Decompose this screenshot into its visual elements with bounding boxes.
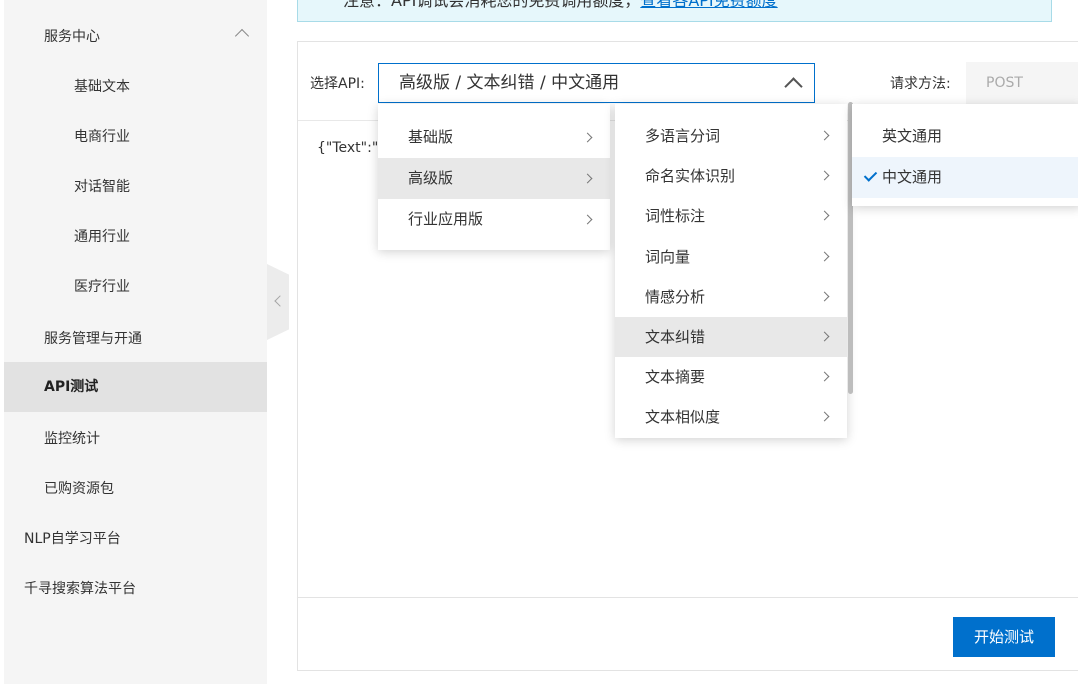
checkmark-icon — [863, 168, 878, 182]
sidebar-collapse-handle[interactable] — [267, 264, 289, 340]
sidebar-item-label: 通用行业 — [74, 229, 130, 245]
option-label: 文本相似度 — [645, 408, 721, 427]
api-select-label: 选择API: — [310, 76, 365, 92]
sidebar-item-service-management[interactable]: 服务管理与开通 — [4, 314, 267, 364]
sidebar-item-label: 监控统计 — [44, 431, 100, 447]
cascader-option[interactable]: 高级版 — [378, 158, 610, 199]
sidebar-item-label: 服务中心 — [44, 29, 100, 45]
option-label: 基础版 — [408, 128, 454, 146]
option-label: 文本摘要 — [645, 368, 706, 387]
chevron-right-icon — [582, 173, 593, 183]
option-label: 情感分析 — [645, 287, 706, 306]
option-label: 词向量 — [645, 247, 691, 266]
chevron-right-icon — [582, 214, 593, 224]
cascader-option[interactable]: 基础版 — [378, 117, 610, 158]
chevron-up-icon — [784, 77, 803, 96]
notice-text: 注意：API调试会消耗您的免费调用额度， — [343, 0, 641, 10]
sidebar-item-resource-packs[interactable]: 已购资源包 — [4, 464, 267, 514]
cascader-option[interactable]: 文本纠错 — [615, 316, 847, 358]
cascader-menu-language: 英文通用 中文通用 — [852, 104, 1078, 206]
chevron-up-icon — [234, 28, 250, 44]
sidebar-item-monitoring[interactable]: 监控统计 — [4, 414, 267, 464]
option-label: 中文通用 — [882, 168, 943, 186]
cascader-option[interactable]: 词向量 — [615, 237, 847, 277]
chevron-right-icon — [819, 411, 830, 422]
option-label: 英文通用 — [882, 127, 943, 145]
footer-divider — [298, 597, 1078, 598]
chevron-right-icon — [819, 251, 830, 262]
sidebar-item-label: 对话智能 — [74, 179, 130, 195]
sidebar-item-general-industry[interactable]: 通用行业 — [4, 212, 267, 262]
option-label: 多语言分词 — [645, 127, 721, 145]
free-quota-link[interactable]: 查看各API免费额度 — [640, 0, 777, 10]
sidebar-item-label: API测试 — [44, 379, 99, 395]
sidebar-item-label: 医疗行业 — [74, 279, 130, 295]
sidebar-item-label: 千寻搜索算法平台 — [24, 581, 136, 597]
cascader-option[interactable]: 中文通用 — [852, 157, 1078, 198]
sidebar-item-service-center[interactable]: 服务中心 — [4, 12, 267, 62]
option-label: 命名实体识别 — [645, 167, 736, 186]
option-label: 文本纠错 — [645, 327, 706, 346]
cascader-option[interactable]: 行业应用版 — [378, 199, 610, 240]
cascader-option[interactable]: 文本摘要 — [615, 357, 847, 397]
request-method-label: 请求方法: — [890, 76, 951, 92]
sidebar-item-label: NLP自学习平台 — [24, 531, 121, 547]
sidebar-item-search-platform[interactable]: 千寻搜索算法平台 — [4, 564, 267, 614]
sidebar-item-api-test[interactable]: API测试 — [4, 362, 267, 412]
sidebar-item-label: 服务管理与开通 — [44, 331, 142, 347]
start-test-button[interactable]: 开始测试 — [953, 617, 1055, 657]
cascader-menu-edition: 基础版 高级版 行业应用版 — [378, 104, 610, 250]
chevron-left-icon — [274, 295, 286, 307]
sidebar-item-nlp-platform[interactable]: NLP自学习平台 — [4, 514, 267, 564]
sidebar-item-label: 电商行业 — [74, 129, 130, 145]
cascader-option[interactable]: 词性标注 — [615, 196, 847, 236]
cascader-option[interactable]: 多语言分词 — [615, 116, 847, 156]
chevron-right-icon — [582, 132, 593, 142]
api-select-value: 高级版 / 文本纠错 / 中文通用 — [399, 73, 620, 93]
cascader-option[interactable]: 文本相似度 — [615, 397, 847, 437]
cascader-option[interactable]: 命名实体识别 — [615, 156, 847, 196]
chevron-right-icon — [819, 211, 830, 221]
request-method-field: POST — [966, 62, 1078, 104]
sidebar-item-basic-text[interactable]: 基础文本 — [4, 62, 267, 112]
notice-banner: 注意：API调试会消耗您的免费调用额度，查看各API免费额度 — [297, 0, 1052, 22]
sidebar-item-label: 已购资源包 — [44, 481, 114, 497]
cascader-option[interactable]: 英文通用 — [852, 116, 1078, 157]
api-select[interactable]: 高级版 / 文本纠错 / 中文通用 — [378, 63, 815, 103]
option-label: 词性标注 — [645, 207, 706, 226]
option-label: 行业应用版 — [408, 210, 484, 228]
chevron-right-icon — [819, 130, 830, 141]
sidebar-item-dialog-ai[interactable]: 对话智能 — [4, 162, 267, 212]
cascader-option[interactable]: 情感分析 — [615, 277, 847, 317]
sidebar-item-ecommerce[interactable]: 电商行业 — [4, 112, 267, 162]
chevron-right-icon — [819, 331, 830, 342]
chevron-right-icon — [819, 291, 830, 302]
chevron-right-icon — [819, 170, 830, 181]
request-method-value: POST — [986, 75, 1023, 91]
cascader-menu-capability: 多语言分词 命名实体识别 词性标注 词向量 情感分析 文本纠错 文本摘要 文本相… — [615, 104, 847, 438]
option-label: 高级版 — [408, 169, 454, 187]
sidebar-item-label: 基础文本 — [74, 79, 130, 95]
sidebar: 服务中心 基础文本 电商行业 对话智能 通用行业 医疗行业 服务管理与开通 AP… — [4, 0, 267, 684]
sidebar-item-medical[interactable]: 医疗行业 — [4, 262, 267, 312]
chevron-right-icon — [819, 371, 830, 382]
